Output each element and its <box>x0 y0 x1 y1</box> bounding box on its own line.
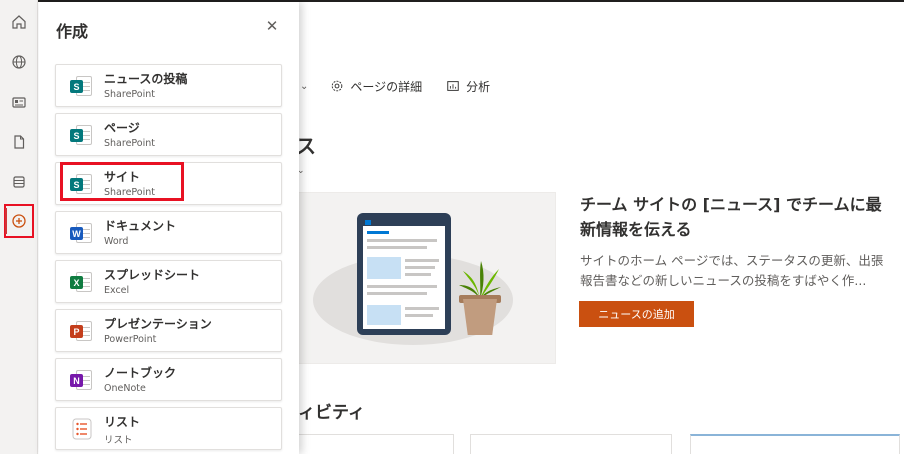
news-section-title: ス <box>296 134 316 158</box>
home-icon[interactable] <box>7 10 31 34</box>
panel-title: 作成 <box>56 22 89 41</box>
activity-card[interactable] <box>470 434 672 454</box>
activity-section-title: ィビティ <box>298 403 365 423</box>
analytics-icon <box>447 81 459 91</box>
create-site-item[interactable]: S サイト SharePoint <box>55 162 282 205</box>
create-page-item[interactable]: S ページ SharePoint <box>55 113 282 156</box>
page-details-button[interactable]: ページの詳細 <box>330 78 422 95</box>
tablet-illustration <box>357 213 451 335</box>
sharepoint-icon: S <box>70 75 94 97</box>
create-panel: 作成 ✕ S ニュースの投稿 SharePoint S ページ SharePoi… <box>39 2 299 454</box>
app-rail <box>0 0 38 454</box>
news-promo-title: チーム サイトの [ニュース] でチームに最新情報を伝える <box>580 195 882 239</box>
sharepoint-icon: S <box>70 124 94 146</box>
create-spreadsheet-item[interactable]: X スプレッドシート Excel <box>55 260 282 303</box>
item-subtitle: SharePoint <box>104 138 156 149</box>
powerpoint-icon: P <box>70 320 94 342</box>
lists-icon <box>70 418 94 440</box>
item-title: リスト <box>104 415 141 429</box>
word-icon: W <box>70 222 94 244</box>
gear-icon <box>332 80 343 92</box>
database-icon[interactable] <box>7 170 31 194</box>
item-title: プレゼンテーション <box>104 317 212 331</box>
item-subtitle: PowerPoint <box>104 334 157 345</box>
create-document-item[interactable]: W ドキュメント Word <box>55 211 282 254</box>
analytics-label: 分析 <box>466 79 491 94</box>
excel-icon: X <box>70 271 94 293</box>
item-subtitle: Excel <box>104 285 130 296</box>
create-list-item[interactable]: リスト リスト <box>55 407 282 450</box>
analytics-button[interactable]: 分析 <box>446 78 490 95</box>
item-subtitle: リスト <box>104 435 133 446</box>
globe-icon[interactable] <box>7 50 31 74</box>
onenote-icon: N <box>70 369 94 391</box>
news-icon[interactable] <box>7 90 31 114</box>
page-details-label: ページの詳細 <box>350 79 423 94</box>
item-subtitle: SharePoint <box>104 89 156 100</box>
file-icon[interactable] <box>7 130 31 154</box>
item-subtitle: OneNote <box>104 383 146 394</box>
news-illustration <box>290 192 556 364</box>
add-circle-icon[interactable] <box>7 209 31 233</box>
item-title: ノートブック <box>104 366 177 380</box>
item-subtitle: Word <box>104 236 129 247</box>
item-title: スプレッドシート <box>104 268 201 282</box>
item-title: ページ <box>104 121 140 135</box>
item-title: サイト <box>104 170 141 184</box>
news-promo-description: サイトのホーム ページでは、ステータスの更新、出張報告書などの新しいニュースの投… <box>580 253 884 288</box>
create-presentation-item[interactable]: P プレゼンテーション PowerPoint <box>55 309 282 352</box>
item-subtitle: SharePoint <box>104 187 156 198</box>
create-notebook-item[interactable]: N ノートブック OneNote <box>55 358 282 401</box>
activity-card[interactable] <box>290 434 454 454</box>
create-news-post-item[interactable]: S ニュースの投稿 SharePoint <box>55 64 282 107</box>
command-bar: ⌄ ページの詳細 分析 <box>300 76 514 96</box>
activity-card[interactable] <box>690 434 900 454</box>
item-title: ニュースの投稿 <box>104 72 188 86</box>
chevron-down-icon[interactable]: ⌄ <box>300 81 308 92</box>
plant-illustration <box>459 261 501 299</box>
sharepoint-icon: S <box>70 173 94 195</box>
add-news-button[interactable]: ニュースの追加 <box>579 301 694 327</box>
item-title: ドキュメント <box>104 219 177 233</box>
close-icon[interactable]: ✕ <box>263 17 281 35</box>
